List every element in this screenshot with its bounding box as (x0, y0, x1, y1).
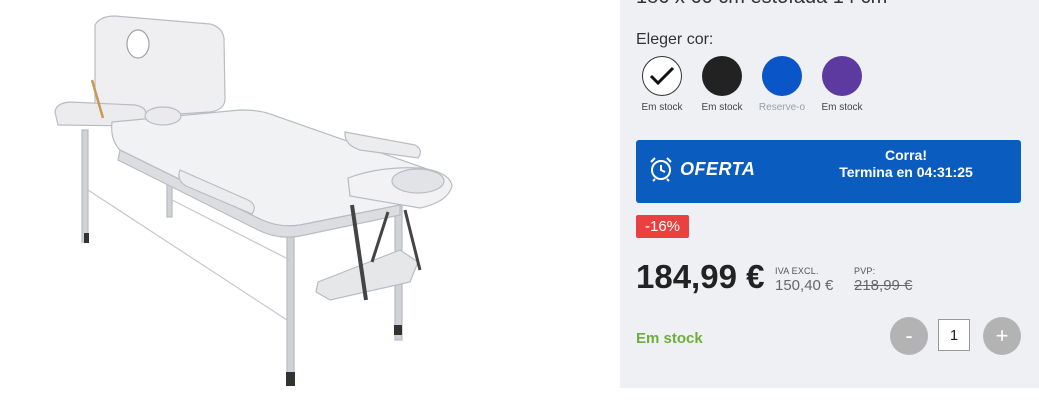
discount-badge: -16% (636, 215, 690, 238)
color-option-blue[interactable]: Reserve-o (756, 56, 808, 113)
offer-countdown: Corra! Termina en 04:31:25 (806, 147, 1006, 181)
color-stock-label: Em stock (641, 102, 683, 113)
color-swatch[interactable] (702, 56, 742, 96)
color-stock-label: Em stock (701, 102, 743, 113)
rrp-label: PVP: (854, 266, 876, 276)
quantity-increase-button[interactable]: + (983, 317, 1021, 355)
vat-price: 150,40 € (775, 277, 834, 294)
offer-label: OFERTA (680, 158, 756, 179)
vat-label: IVA EXCL. (775, 266, 819, 276)
offer-badge: OFERTA (648, 156, 755, 182)
current-price: 184,99 € (636, 258, 765, 295)
stock-status: Em stock (636, 330, 703, 347)
checkmark-icon (649, 66, 675, 86)
offer-timer: Termina en 04:31:25 (839, 164, 973, 180)
rrp-price: 218,99 € (854, 277, 913, 294)
color-option-black[interactable]: Em stock (696, 56, 748, 113)
offer-banner[interactable]: OFERTA Corra! Termina en 04:31:25 (636, 140, 1021, 203)
color-selector-label: Eleger cor: (636, 31, 714, 48)
product-info-panel: 186 x 60 cm estofada 14 cm Eleger cor: E… (620, 0, 1039, 388)
product-image[interactable] (0, 0, 620, 401)
product-subtitle: 186 x 60 cm estofada 14 cm (636, 0, 887, 9)
price-excl-vat: IVA EXCL. 150,40 € (775, 266, 833, 294)
quantity-decrease-button[interactable]: - (890, 317, 928, 355)
massage-table-illustration (54, 15, 453, 386)
color-swatch[interactable] (642, 56, 682, 96)
offer-headline: Corra! (884, 147, 927, 163)
color-stock-label: Em stock (821, 102, 863, 113)
alarm-clock-icon (650, 157, 672, 182)
recommended-price: PVP: 218,99 € (854, 266, 912, 294)
quantity-input[interactable]: 1 (938, 319, 970, 351)
color-option-purple[interactable]: Em stock (816, 56, 868, 113)
color-option-white[interactable]: Em stock (636, 56, 688, 113)
color-swatch[interactable] (762, 56, 802, 96)
color-swatch[interactable] (822, 56, 862, 96)
color-stock-label: Reserve-o (758, 102, 806, 113)
